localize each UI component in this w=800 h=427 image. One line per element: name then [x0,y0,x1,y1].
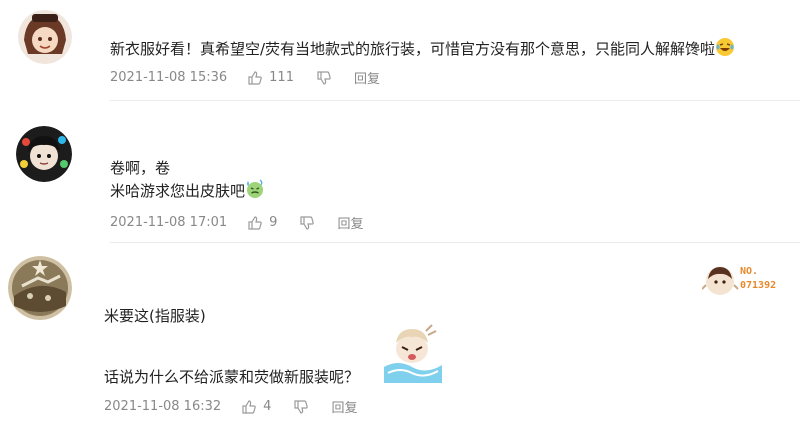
thumbs-down-icon [316,70,332,86]
divider [110,242,800,243]
sticker-icon [382,323,444,383]
thumbs-up-icon [241,399,257,415]
comment-meta: 2021-11-08 16:32 4 回复 [104,397,357,416]
comment-text: 新衣服好看！真希望空/荧有当地款式的旅行装，可惜官方没有那个意思，只能同人解解馋… [110,37,735,63]
timestamp: 2021-11-08 15:36 [110,70,228,85]
like-count: 4 [263,399,272,414]
like-button[interactable]: 111 [247,70,294,86]
comment-text-line-2: 话说为什么不给派蒙和荧做新服装呢？ [104,368,360,386]
like-count: 111 [269,70,294,85]
comment-text-line-2: 米哈游求您出皮肤吧 [110,179,265,205]
badge-number: NO. 071392 [740,266,777,291]
avatar[interactable] [8,256,72,320]
avatar[interactable] [18,10,72,64]
thumbs-down-icon [293,399,309,415]
divider [110,100,800,101]
laughing-emoji-icon [715,37,735,63]
timestamp: 2021-11-08 16:32 [104,399,222,414]
timestamp: 2021-11-08 17:01 [110,215,228,230]
comment-meta: 2021-11-08 17:01 9 回复 [110,213,363,232]
dislike-button[interactable] [293,399,309,415]
like-count: 9 [269,215,278,230]
thumbs-up-icon [247,215,263,231]
thumbs-down-icon [299,215,315,231]
like-button[interactable]: 4 [241,399,271,415]
reply-link[interactable]: 回复 [354,68,380,87]
comment-text-line-1: 卷啊，卷 [110,159,171,177]
comment-meta: 2021-11-08 15:36 111 回复 [110,68,380,87]
like-button[interactable]: 9 [247,215,277,231]
thumbs-up-icon [247,70,263,86]
badge-icon: NO. 071392 [701,263,798,299]
reply-link[interactable]: 回复 [337,213,363,232]
dislike-button[interactable] [316,70,332,86]
avatar[interactable] [16,126,72,182]
reply-link[interactable]: 回复 [331,397,357,416]
sweating-emoji-icon [245,179,265,205]
dislike-button[interactable] [299,215,315,231]
comment-text-line-1: 米要这(指服装) [104,307,206,325]
